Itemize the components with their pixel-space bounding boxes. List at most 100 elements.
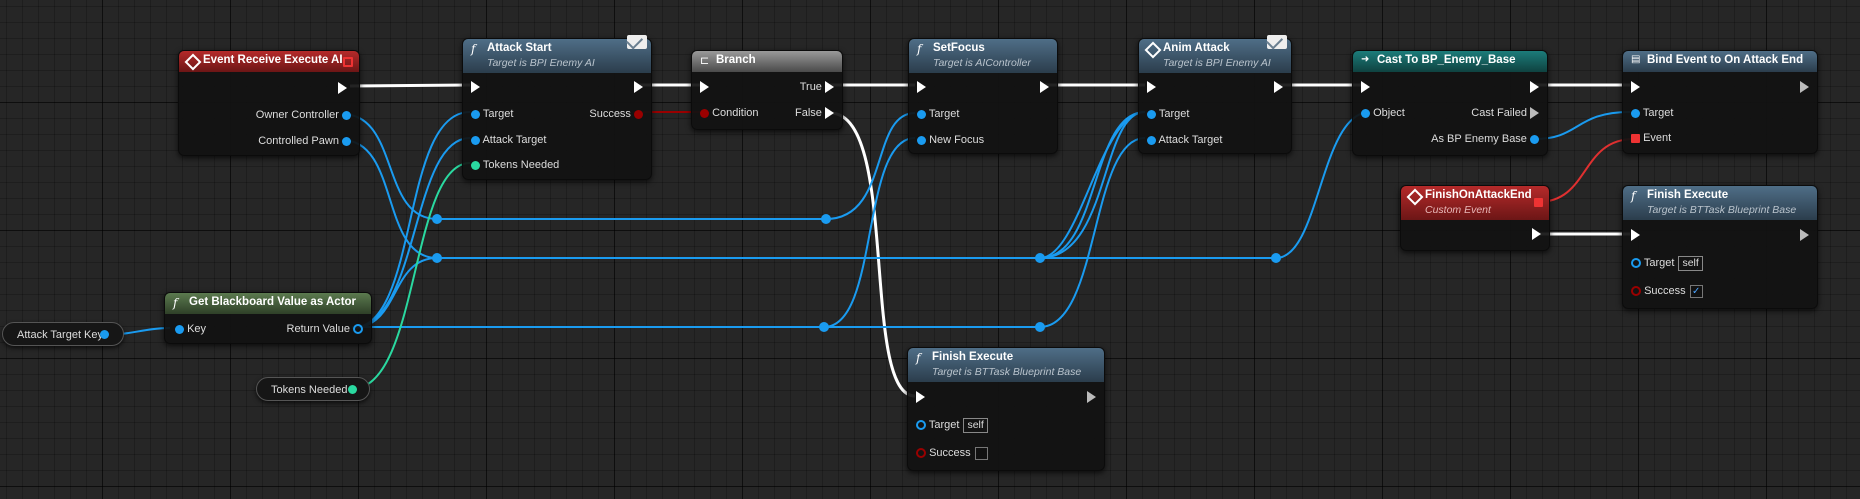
owner-controller-pin[interactable]: Owner Controller — [256, 108, 351, 122]
reroute-node — [1035, 322, 1045, 332]
attack-target-pin[interactable]: Attack Target — [471, 133, 546, 147]
exec-input-pin[interactable] — [1361, 80, 1370, 94]
exec-arrow-icon — [1631, 81, 1640, 94]
reroute-node — [1035, 253, 1045, 263]
return-value-pin[interactable]: Return Value — [287, 322, 363, 336]
pin-label: Success — [589, 108, 631, 120]
exec-output-pin[interactable] — [634, 80, 643, 94]
exec-arrow-icon — [1800, 229, 1809, 242]
exec-arrow-icon — [338, 82, 347, 95]
cast-to-bp-enemy-base-node[interactable]: ➜ Cast To BP_Enemy_Base Object Cast Fail… — [1352, 50, 1548, 156]
exec-input-pin[interactable] — [1147, 80, 1156, 94]
attack-target-pin[interactable]: Attack Target — [1147, 133, 1222, 147]
object-pin-icon — [471, 135, 480, 145]
object-pin[interactable]: Object — [1361, 106, 1405, 120]
target-pin[interactable]: Target self — [916, 418, 988, 433]
node-title: Finish Execute — [1647, 189, 1729, 201]
data-wire — [1534, 111, 1631, 140]
true-pin[interactable]: True — [800, 80, 834, 94]
attack-target-key-variable[interactable]: Attack Target Key — [2, 322, 124, 346]
exec-input-pin[interactable] — [1631, 228, 1640, 242]
set-focus-node[interactable]: f SetFocus Target is AIController Target… — [908, 38, 1058, 154]
new-focus-pin[interactable]: New Focus — [917, 133, 984, 147]
data-wire — [824, 137, 1146, 328]
bool-pin-icon — [1631, 286, 1641, 297]
false-pin[interactable]: False — [795, 106, 834, 120]
node-title: SetFocus — [933, 42, 985, 54]
interface-diamond-icon — [1144, 41, 1162, 59]
object-pin-icon — [353, 324, 363, 335]
pin-label: Target — [482, 108, 514, 120]
delegate-wires — [1537, 138, 1635, 203]
target-pin[interactable]: Target — [1631, 106, 1673, 120]
integer-pin-icon — [348, 385, 357, 394]
controlled-pawn-pin[interactable]: Controlled Pawn — [258, 134, 351, 148]
node-header: ➜ Cast To BP_Enemy_Base — [1353, 51, 1547, 72]
node-title: Branch — [716, 54, 756, 66]
object-pin-icon — [1530, 134, 1539, 144]
variable-label: Tokens Needed — [271, 384, 348, 396]
event-pin[interactable]: Event — [1631, 131, 1671, 145]
exec-arrow-icon — [634, 81, 643, 94]
reroute-nodes — [432, 214, 1281, 332]
target-pin[interactable]: Target — [917, 107, 959, 121]
finish-execute-node-top[interactable]: f Finish Execute Target is BTTask Bluepr… — [1622, 185, 1818, 309]
tokens-needed-pin[interactable]: Tokens Needed — [471, 158, 559, 172]
exec-input-pin[interactable] — [1631, 80, 1640, 94]
pin-label: As BP Enemy Base — [1431, 133, 1527, 145]
exec-input-pin[interactable] — [700, 80, 709, 94]
branch-icon: ⊏ — [700, 54, 710, 67]
exec-output-pin[interactable] — [1274, 80, 1283, 94]
exec-output-pin[interactable] — [338, 81, 347, 95]
exec-output-pin[interactable] — [1087, 390, 1096, 404]
get-blackboard-value-node[interactable]: f Get Blackboard Value as Actor Key Retu… — [164, 292, 372, 344]
object-pin-icon — [471, 109, 480, 119]
pin-label: Target — [1643, 257, 1675, 269]
exec-input-pin[interactable] — [471, 80, 480, 94]
branch-node[interactable]: ⊏ Branch True Condition False — [691, 50, 843, 130]
finish-on-attack-end-node[interactable]: FinishOnAttackEnd Custom Event — [1400, 185, 1550, 251]
exec-output-pin[interactable] — [1800, 228, 1809, 242]
pin-label: New Focus — [929, 134, 985, 146]
event-receive-execute-ai-node[interactable]: Event Receive Execute AI Owner Controlle… — [178, 50, 360, 156]
success-pin[interactable]: Success ✓ — [1631, 284, 1703, 298]
as-bp-enemy-base-pin[interactable]: As BP Enemy Base — [1431, 132, 1539, 146]
cast-failed-pin[interactable]: Cast Failed — [1471, 106, 1539, 120]
exec-input-pin[interactable] — [916, 390, 925, 404]
exec-input-pin[interactable] — [917, 80, 926, 94]
anim-attack-node[interactable]: Anim Attack Target is BPI Enemy AI Targe… — [1138, 35, 1292, 154]
exec-arrow-icon — [1361, 81, 1370, 94]
key-pin[interactable]: Key — [175, 322, 206, 336]
target-pin[interactable]: Target self — [1631, 256, 1703, 271]
pin-label: Object — [1373, 107, 1405, 119]
data-wire — [1537, 138, 1635, 203]
node-subtitle: Custom Event — [1425, 204, 1491, 216]
exec-output-pin[interactable] — [1040, 80, 1049, 94]
condition-pin[interactable]: Condition — [700, 106, 759, 120]
bind-event-node[interactable]: ▤ Bind Event to On Attack End Target Eve… — [1622, 50, 1818, 154]
node-subtitle: Target is BPI Enemy AI — [487, 57, 595, 69]
delegate-output-pin[interactable] — [343, 57, 353, 67]
attack-start-node[interactable]: f Attack Start Target is BPI Enemy AI Ta… — [462, 35, 652, 180]
exec-output-pin[interactable] — [1800, 80, 1809, 94]
exec-output-pin[interactable] — [1532, 227, 1541, 241]
success-checkbox[interactable] — [974, 446, 988, 460]
reroute-node — [1271, 253, 1281, 263]
success-checkbox[interactable]: ✓ — [1689, 284, 1703, 298]
success-pin[interactable]: Success — [916, 446, 988, 460]
finish-execute-node-bottom[interactable]: f Finish Execute Target is BTTask Bluepr… — [907, 347, 1105, 471]
tokens-needed-variable[interactable]: Tokens Needed — [256, 377, 370, 401]
success-pin[interactable]: Success — [589, 107, 643, 121]
pin-label: Event — [1643, 132, 1672, 144]
target-self-field[interactable]: self — [963, 418, 988, 433]
delegate-output-pin[interactable] — [1534, 198, 1543, 207]
object-pin-icon — [917, 135, 926, 145]
function-icon: f — [173, 296, 178, 310]
target-pin[interactable]: Target — [1147, 107, 1189, 121]
exec-arrow-icon — [471, 81, 480, 94]
target-pin[interactable]: Target — [471, 107, 513, 121]
exec-output-pin[interactable] — [1530, 80, 1539, 94]
node-header: ⊏ Branch — [692, 51, 842, 72]
target-self-field[interactable]: self — [1678, 256, 1703, 271]
node-title: Event Receive Execute AI — [203, 54, 343, 66]
